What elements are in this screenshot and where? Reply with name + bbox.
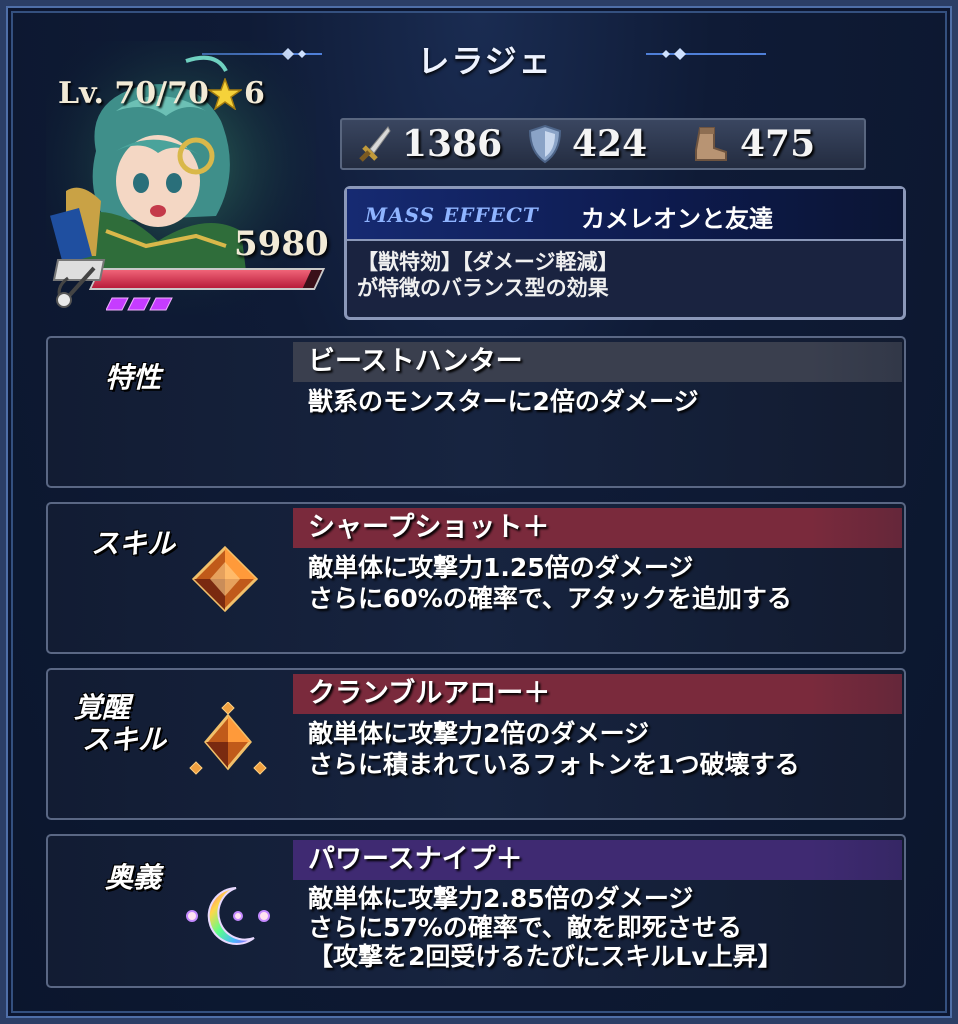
ultimate-label: 奥義: [104, 861, 161, 894]
hp-bar: [88, 268, 326, 290]
speed-value: 475: [740, 123, 816, 165]
defense-value: 424: [572, 123, 648, 165]
hp-value: 5980: [234, 224, 329, 264]
ultimate-desc-line: 敵単体に攻撃力2.85倍のダメージ: [308, 884, 694, 913]
mass-effect-panel[interactable]: MASS EFFECT カメレオンと友達 【獣特効】【ダメージ軽減】 が特徴のバ…: [344, 186, 906, 320]
awakened-gem-icon: [189, 702, 267, 775]
awakened-skill-description: 敵単体に攻撃力2倍のダメージ さらに積まれているフォトンを1つ破壊する: [308, 718, 800, 780]
mass-effect-label: MASS EFFECT: [365, 203, 539, 227]
hp-bar-fill: [91, 270, 312, 288]
stats-bar: 1386 424 475: [340, 118, 866, 170]
trait-description: 獣系のモンスターに2倍のダメージ: [308, 386, 699, 417]
skill-gauge: [106, 297, 173, 311]
skill-section[interactable]: スキル シャープショット＋ 敵単体に攻撃力1.25倍のダメージ さらに60%の確…: [46, 502, 906, 654]
status-panel: レラジェ Lv. 70/70 6 5980 1386 424 475 MASS …: [0, 0, 958, 1024]
orange-gem-icon: [191, 545, 259, 613]
skill-desc-line: 敵単体に攻撃力1.25倍のダメージ: [308, 553, 694, 582]
boot-icon: [695, 127, 727, 161]
awakened-label-line: 覚醒: [74, 691, 131, 724]
trait-section[interactable]: 特性 ビーストハンター 獣系のモンスターに2倍のダメージ: [46, 336, 906, 488]
ultimate-description: 敵単体に攻撃力2.85倍のダメージ さらに57%の確率で、敵を即死させる 【攻撃…: [308, 884, 783, 971]
skill-desc-line: さらに60%の確率で、アタックを追加する: [308, 584, 792, 613]
defense-stat: 424: [528, 120, 647, 168]
skill-label: スキル: [90, 527, 175, 560]
ultimate-name: パワースナイプ＋: [308, 844, 523, 875]
gauge-segment: [149, 297, 173, 311]
awakened-skill-name: クランブルアロー＋: [308, 678, 551, 709]
star-icon: [208, 78, 242, 110]
shield-icon: [528, 124, 562, 164]
trait-label: 特性: [104, 361, 161, 394]
trait-desc-line: 獣系のモンスターに2倍のダメージ: [308, 387, 699, 416]
mass-effect-name: カメレオンと友達: [581, 205, 773, 233]
level-text: Lv. 70/70: [58, 76, 209, 111]
attack-value: 1386: [402, 123, 503, 165]
awakened-skill-desc-line: 敵単体に攻撃力2倍のダメージ: [308, 719, 650, 748]
attack-stat: 1386: [358, 120, 502, 168]
sword-icon: [359, 126, 391, 162]
mass-effect-desc-line: が特徴のバランス型の効果: [357, 276, 609, 300]
mass-effect-header: MASS EFFECT カメレオンと友達: [347, 189, 903, 241]
awakened-label-line: スキル: [82, 723, 167, 756]
rainbow-moon-icon: [186, 887, 270, 945]
ultimate-desc-line: さらに57%の確率で、敵を即死させる: [308, 913, 742, 942]
awakened-skill-desc-line: さらに積まれているフォトンを1つ破壊する: [308, 750, 800, 779]
bow-weapon-icon: [52, 259, 106, 308]
ultimate-section[interactable]: 奥義 パワースナイプ＋ 敵単体に攻撃力2.85倍のダメージ さらに57%の確率で…: [46, 834, 906, 988]
gauge-segment: [127, 297, 151, 311]
mass-effect-desc-line: 【獣特効】【ダメージ軽減】: [357, 250, 619, 274]
mass-effect-description: 【獣特効】【ダメージ軽減】 が特徴のバランス型の効果: [347, 241, 903, 301]
rarity-value: 6: [244, 76, 265, 111]
gauge-segment: [106, 297, 129, 311]
trait-name: ビーストハンター: [308, 346, 523, 377]
skill-description: 敵単体に攻撃力1.25倍のダメージ さらに60%の確率で、アタックを追加する: [308, 552, 792, 614]
speed-stat: 475: [690, 120, 815, 168]
awakened-skill-section[interactable]: 覚醒 スキル クランブルアロー＋ 敵単体に攻撃力2倍のダメージ さらに積まれてい…: [46, 668, 906, 820]
skill-name: シャープショット＋: [308, 512, 550, 543]
ultimate-desc-line: 【攻撃を2回受けるたびにスキルLv上昇】: [308, 942, 783, 971]
awakened-skill-label: 覚醒 スキル: [68, 692, 198, 756]
